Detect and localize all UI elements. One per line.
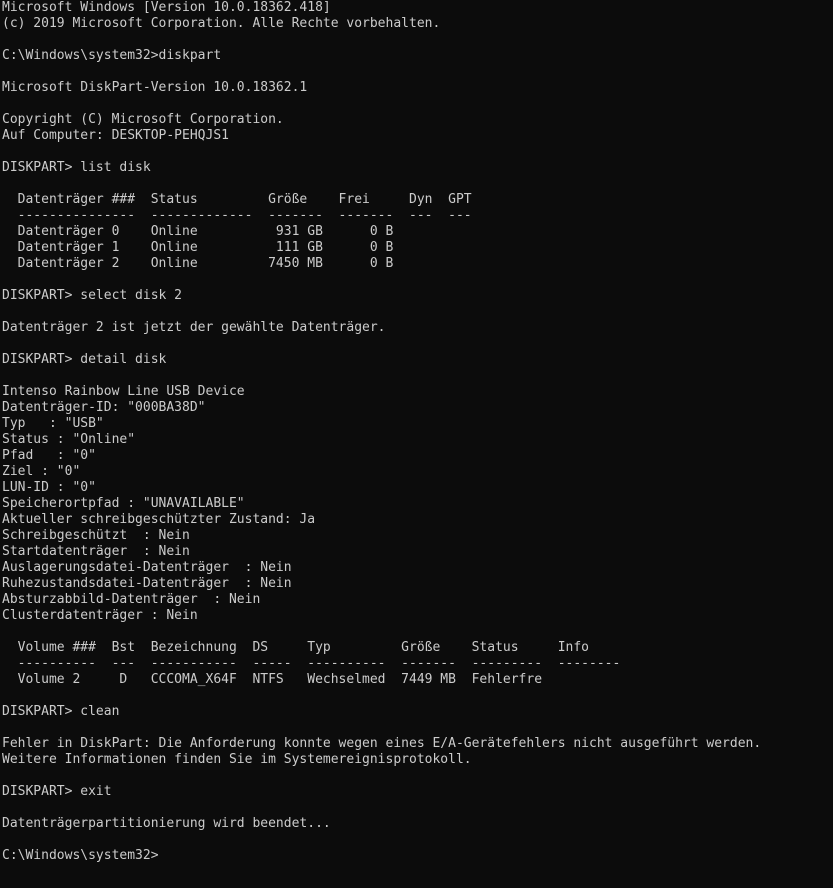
console-line: Weitere Informationen finden Sie im Syst…	[2, 752, 472, 767]
console-line: ---------- --- ----------- ----- -------…	[2, 656, 621, 671]
console-line: C:\Windows\system32>	[2, 848, 159, 863]
console-line: Clusterdatenträger : Nein	[2, 608, 198, 623]
console-line: Datenträger 2 Online 7450 MB 0 B	[2, 256, 394, 271]
console-line: LUN-ID : "0"	[2, 480, 96, 495]
console-line: Intenso Rainbow Line USB Device	[2, 384, 245, 399]
console-line: Datenträger 0 Online 931 GB 0 B	[2, 224, 394, 239]
console-line: --------------- ------------- ------- --…	[2, 208, 472, 223]
console-line: DISKPART> list disk	[2, 160, 151, 175]
console-line: Startdatenträger : Nein	[2, 544, 190, 559]
console-line: Schreibgeschützt : Nein	[2, 528, 190, 543]
console-line: DISKPART> exit	[2, 784, 112, 799]
console-line: DISKPART> detail disk	[2, 352, 167, 367]
console-line: Datenträger 1 Online 111 GB 0 B	[2, 240, 394, 255]
console-line: Microsoft Windows [Version 10.0.18362.41…	[2, 0, 331, 15]
console-line: Datenträger 2 ist jetzt der gewählte Dat…	[2, 320, 386, 335]
console-window[interactable]: Microsoft Windows [Version 10.0.18362.41…	[0, 0, 833, 888]
console-line: Status : "Online"	[2, 432, 136, 447]
console-line: Datenträgerpartitionierung wird beendet.…	[2, 816, 331, 831]
console-line: Volume ### Bst Bezeichnung DS Typ Größe …	[2, 640, 589, 655]
console-line: (c) 2019 Microsoft Corporation. Alle Rec…	[2, 16, 441, 31]
console-line: Auslagerungsdatei-Datenträger : Nein	[2, 560, 292, 575]
console-line: Fehler in DiskPart: Die Anforderung konn…	[2, 736, 762, 751]
console-line: Speicherortpfad : "UNAVAILABLE"	[2, 496, 245, 511]
console-line: Datenträger ### Status Größe Frei Dyn GP…	[2, 192, 472, 207]
console-line: DISKPART> clean	[2, 704, 120, 719]
console-line: Typ : "USB"	[2, 416, 104, 431]
console-line: C:\Windows\system32>diskpart	[2, 48, 222, 63]
console-line: Microsoft DiskPart-Version 10.0.18362.1	[2, 80, 308, 95]
console-line: Ruhezustandsdatei-Datenträger : Nein	[2, 576, 292, 591]
console-line: Aktueller schreibgeschützter Zustand: Ja	[2, 512, 316, 527]
console-line: Ziel : "0"	[2, 464, 81, 479]
console-line: DISKPART> select disk 2	[2, 288, 183, 303]
console-line: Copyright (C) Microsoft Corporation.	[2, 112, 284, 127]
console-line: Auf Computer: DESKTOP-PEHQJS1	[2, 128, 229, 143]
console-line: Volume 2 D CCCOMA_X64F NTFS Wechselmed 7…	[2, 672, 543, 687]
console-line: Datenträger-ID: "000BA38D"	[2, 400, 206, 415]
console-line: Absturzabbild-Datenträger : Nein	[2, 592, 261, 607]
console-line: Pfad : "0"	[2, 448, 96, 463]
